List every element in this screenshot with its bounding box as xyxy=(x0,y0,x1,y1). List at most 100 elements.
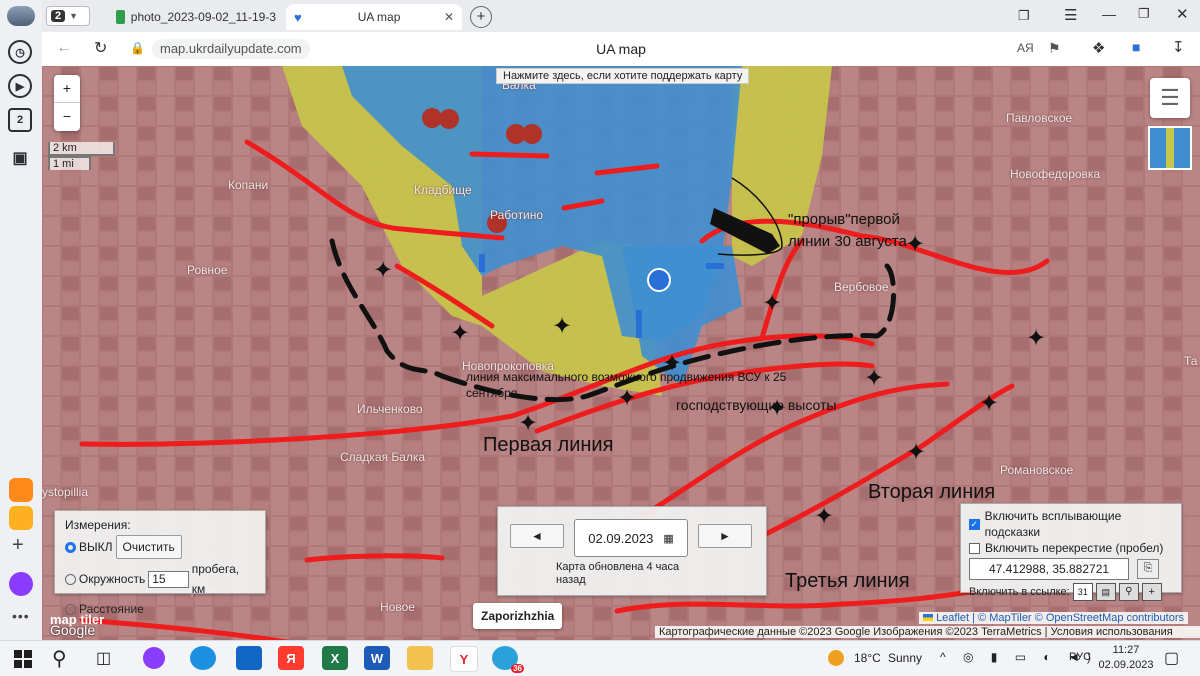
task-view-icon[interactable]: ◫ xyxy=(96,648,111,668)
clock-time: 11:27 xyxy=(1112,644,1140,656)
place-robotino: Работино xyxy=(490,208,544,222)
annotation-second-line: Вторая линия xyxy=(868,481,996,503)
measure-circle-row: Окружность 15 пробега, км xyxy=(65,559,255,599)
alice-icon[interactable] xyxy=(9,572,33,596)
prev-date-button[interactable]: ◄ xyxy=(510,524,564,548)
annotation-breakthrough-line2: линии 30 августа xyxy=(788,233,907,250)
mail-icon[interactable] xyxy=(236,646,262,670)
crosshair-row: Включить перекрестие (пробел) xyxy=(969,540,1173,556)
file-explorer-icon[interactable] xyxy=(407,646,433,670)
language-indicator[interactable]: РУС xyxy=(1069,651,1091,663)
extensions-icon[interactable]: ❖ xyxy=(1092,39,1105,57)
telegram-icon[interactable]: 36 xyxy=(492,646,524,673)
edge-icon[interactable] xyxy=(190,646,216,670)
copy-icon[interactable]: ⎘ xyxy=(1137,559,1159,579)
restore-icon[interactable]: ❐ xyxy=(1138,6,1150,22)
yandex-browser-icon[interactable]: Y xyxy=(450,646,478,672)
crosshair-link-icon[interactable]: + xyxy=(1141,583,1162,601)
annotation-third-line: Третья линия xyxy=(785,570,910,592)
attribution-text[interactable]: Leaflet | © MapTiler © OpenStreetMap con… xyxy=(936,612,1184,624)
svg-text:✦: ✦ xyxy=(518,409,538,437)
zoom-out-button[interactable]: − xyxy=(54,103,80,130)
place-novoe: Новое xyxy=(380,600,415,614)
new-tab-button[interactable]: + xyxy=(470,6,492,28)
messages-app-icon[interactable] xyxy=(9,506,33,530)
zoom-in-button[interactable]: + xyxy=(54,75,80,103)
ukraine-flag-icon xyxy=(923,614,933,621)
support-banner[interactable]: Нажмите здесь, если хотите поддержать ка… xyxy=(496,68,750,84)
options-panel: ✓ Включить всплывающие подсказки Включит… xyxy=(960,503,1182,601)
taskbar: ⚲ ◫ Я X W Y 36 18°C Sunny ^ ◎ ▮ ▭ ◐ ◄) Р… xyxy=(0,640,1200,676)
minimap-thumbnail[interactable] xyxy=(1148,126,1192,170)
date-input[interactable]: 02.09.2023 ▦ xyxy=(574,519,688,557)
menu-icon[interactable]: ☰ xyxy=(1064,6,1077,24)
annotation-breakthrough: "прорыв"первой линии 30 августа xyxy=(788,209,907,253)
tab-photo[interactable]: photo_2023-09-02_11-19-3 xyxy=(108,4,284,30)
zoom-link-icon[interactable]: ⚲ xyxy=(1118,583,1139,601)
measure-circle-label: Окружность xyxy=(78,572,146,586)
close-tab-icon[interactable]: ✕ xyxy=(444,10,454,24)
place-ystopillia: ystopillia xyxy=(42,485,89,499)
circle-radius-input[interactable]: 15 xyxy=(148,570,189,588)
profile-icon[interactable]: ■ xyxy=(1132,39,1140,55)
bookmark-icon[interactable]: ⚑ xyxy=(1048,40,1061,57)
google-attribution: Картографические данные ©2023 Google Изо… xyxy=(655,626,1200,638)
weather-temp: 18°C xyxy=(854,651,881,665)
clock[interactable]: 11:27 02.09.2023 xyxy=(1098,643,1154,673)
address-bar: ← ↻ 🔒 map.ukrdailyupdate.com UA map AЯ ⚑… xyxy=(42,32,1200,67)
map-canvas[interactable]: ✦ ✦ ✦ ✦ ✦ ✦ ✦ ✦ ✦ ✦ ✦ ✦ ✦ ✦ Копани Ровное Кладбищ… xyxy=(42,66,1200,640)
attribution: Leaflet | © MapTiler © OpenStreetMap con… xyxy=(919,612,1188,624)
popups-checkbox[interactable]: ✓ xyxy=(969,518,980,530)
svg-text:✦: ✦ xyxy=(552,312,572,340)
svg-text:✦: ✦ xyxy=(864,364,884,392)
radio-off[interactable] xyxy=(65,541,76,553)
radio-circle[interactable] xyxy=(65,573,76,585)
measure-off-label: ВЫКЛ xyxy=(79,540,113,554)
calendar-link-icon[interactable]: 31 xyxy=(1072,583,1093,601)
translate-icon[interactable]: AЯ xyxy=(1017,41,1034,55)
word-icon[interactable]: W xyxy=(364,646,390,670)
annotation-heights: господствующие высоты xyxy=(676,397,837,413)
history-icon[interactable]: ◷ xyxy=(8,40,32,64)
layers-button[interactable]: ☰ xyxy=(1150,78,1190,118)
downloads-icon[interactable]: ↧ xyxy=(1172,38,1185,56)
next-date-button[interactable]: ► xyxy=(698,524,752,548)
notifications-icon[interactable]: ▢ xyxy=(1164,648,1179,668)
crosshair-checkbox[interactable] xyxy=(969,542,980,554)
more-icon[interactable]: ••• xyxy=(12,608,30,624)
collections-icon[interactable]: ❐ xyxy=(1018,8,1030,24)
scale-km: 2 km xyxy=(48,142,115,156)
side-tabs-counter[interactable]: 2 xyxy=(8,108,32,132)
place-sladkaya-balka: Сладкая Балка xyxy=(340,450,426,464)
svg-text:✦: ✦ xyxy=(814,502,834,530)
update-status: Карта обновлена 4 часа назад xyxy=(556,561,680,586)
close-window-icon[interactable]: ✕ xyxy=(1176,5,1189,23)
image-file-icon xyxy=(116,10,125,24)
mail-app-icon[interactable] xyxy=(9,478,33,502)
clear-button[interactable]: Очистить xyxy=(115,535,182,559)
coords-field[interactable]: 47.412988, 35.882721 xyxy=(969,558,1129,580)
link-row: Включить в ссылке: 31 ▤ ⚲ + xyxy=(969,583,1173,601)
search-icon[interactable]: ⚲ xyxy=(52,646,67,671)
tab-ua-map[interactable]: ♥ UA map ✕ xyxy=(286,4,462,30)
camera-icon[interactable]: ▣ xyxy=(8,146,32,170)
date-value: 02.09.2023 xyxy=(588,530,654,546)
add-icon[interactable]: + xyxy=(12,534,24,557)
scale-mi: 1 mi xyxy=(48,156,91,170)
tab-group-counter[interactable]: 2 ▼ xyxy=(46,6,90,26)
zoom-control: + − xyxy=(54,75,80,131)
excel-icon[interactable]: X xyxy=(322,646,348,670)
measure-off-row: ВЫКЛ Очистить xyxy=(65,535,255,559)
calendar-icon[interactable]: ▦ xyxy=(663,532,673,545)
play-icon[interactable]: ▶ xyxy=(8,74,32,98)
alice-taskbar-icon[interactable] xyxy=(143,647,165,669)
avatar[interactable] xyxy=(7,6,35,26)
yandex-icon[interactable]: Я xyxy=(278,646,304,670)
minimize-icon[interactable]: — xyxy=(1102,6,1116,22)
windows-start-icon[interactable] xyxy=(14,650,32,668)
map-link-icon[interactable]: ▤ xyxy=(1095,583,1116,601)
layers-icon: ☰ xyxy=(1160,85,1180,110)
place-ta: Та xyxy=(1184,354,1198,368)
weather-icon[interactable] xyxy=(828,650,844,666)
svg-text:✦: ✦ xyxy=(906,438,926,466)
